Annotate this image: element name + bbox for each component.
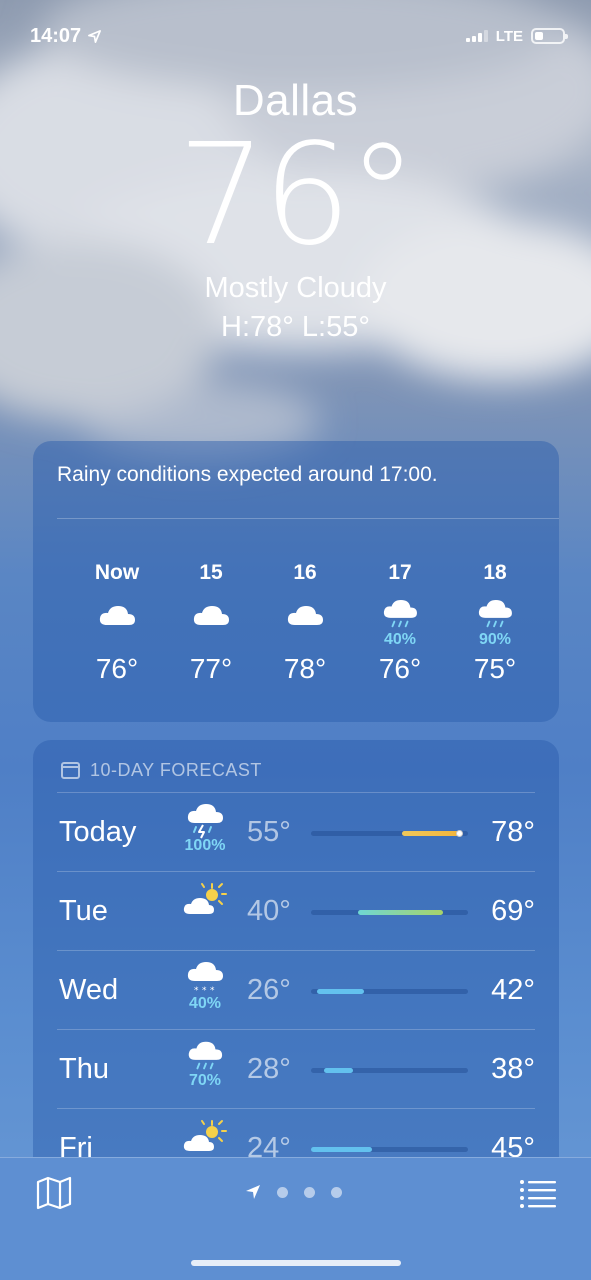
precipitation-chance: 90% bbox=[478, 631, 512, 648]
hour-temperature: Su bbox=[550, 653, 559, 685]
forecast-title: 10-DAY FORECAST bbox=[90, 760, 262, 780]
hour-label: 15 bbox=[199, 561, 223, 584]
cloud-icon bbox=[77, 599, 157, 649]
precipitation-chance: 40% bbox=[188, 995, 222, 1012]
high-low: H:78° L:55° bbox=[221, 311, 370, 343]
forecast-row[interactable]: Today 100% 55° 78° bbox=[57, 792, 535, 871]
hourly-item: Now 76° bbox=[77, 561, 157, 685]
temperature-range-fill bbox=[358, 910, 443, 915]
hourly-forecast-card[interactable]: Rainy conditions expected around 17:00. … bbox=[33, 441, 559, 722]
calendar-icon bbox=[61, 762, 80, 779]
precipitation-chance: 70% bbox=[188, 1072, 222, 1089]
location-arrow-icon bbox=[246, 1185, 260, 1199]
hour-temperature: 75° bbox=[473, 653, 517, 684]
cloud-icon bbox=[265, 599, 345, 649]
hour-temperature: 78° bbox=[283, 653, 327, 684]
forecast-high: 69° bbox=[491, 895, 535, 927]
temperature-range-bar bbox=[311, 910, 468, 915]
current-temperature: 76° bbox=[177, 114, 417, 277]
forecast-day: Today bbox=[59, 816, 137, 848]
forecast-row[interactable]: Thu 70% 28° 38° bbox=[57, 1029, 535, 1108]
hour-label: Now bbox=[94, 561, 140, 584]
hourly-list[interactable]: Now 76° 15 77° 16 78° 17 40% 76° 18 90% 75° 1 Su bbox=[33, 561, 559, 711]
status-bar: 14:07 LTE bbox=[30, 22, 568, 50]
hourly-summary: Rainy conditions expected around 17:00. bbox=[57, 463, 438, 486]
cloud-rain-icon: 70% bbox=[175, 1040, 235, 1100]
cloud-rain-icon: 40% bbox=[360, 599, 440, 649]
hourly-item: 1 Su bbox=[550, 561, 559, 685]
hour-temperature: 76° bbox=[378, 653, 422, 684]
page-indicator[interactable] bbox=[245, 1184, 342, 1200]
forecast-low: 26° bbox=[247, 974, 291, 1006]
weather-icon bbox=[550, 599, 559, 649]
home-indicator[interactable] bbox=[191, 1260, 401, 1266]
page-dot[interactable] bbox=[277, 1186, 288, 1198]
temperature-range-fill bbox=[317, 989, 365, 994]
page-dot[interactable] bbox=[304, 1186, 315, 1198]
hour-label: 17 bbox=[388, 561, 412, 584]
cloud-thunderstorm-icon: 100% bbox=[175, 803, 235, 863]
current-temp-marker bbox=[456, 830, 464, 837]
location-arrow-icon bbox=[88, 29, 102, 43]
temperature-range-fill bbox=[311, 1147, 373, 1152]
hour-temperature: 77° bbox=[189, 653, 233, 684]
hourly-item: 18 90% 75° bbox=[455, 561, 535, 685]
temperature-range-bar bbox=[311, 830, 468, 837]
forecast-high: 78° bbox=[491, 816, 535, 848]
temperature-range-fill bbox=[323, 1068, 354, 1073]
signal-icon bbox=[465, 30, 488, 42]
hour-temperature: 76° bbox=[95, 653, 139, 684]
cloud-snow-icon: * * * 40% bbox=[175, 961, 235, 1021]
partly-sunny-icon bbox=[175, 882, 235, 942]
list-icon[interactable] bbox=[519, 1178, 557, 1208]
forecast-day: Wed bbox=[59, 974, 119, 1006]
hourly-item: 17 40% 76° bbox=[360, 561, 440, 685]
weather-header: Dallas 76° Mostly Cloudy H:78° L:55° bbox=[0, 76, 591, 344]
current-condition: Mostly Cloudy bbox=[204, 272, 387, 304]
hour-label: 16 bbox=[293, 561, 317, 584]
forecast-low: 28° bbox=[247, 1053, 291, 1085]
forecast-high: 38° bbox=[491, 1053, 535, 1085]
forecast-row[interactable]: Wed * * * 40% 26° 42° bbox=[57, 950, 535, 1029]
forecast-day: Thu bbox=[59, 1053, 109, 1085]
hourly-item: 15 77° bbox=[171, 561, 251, 685]
ten-day-forecast-card[interactable]: 10-DAY FORECAST Today 100% 55° 78° Tue 40° 69°… bbox=[33, 740, 559, 1200]
hour-label: 1 bbox=[550, 561, 559, 587]
forecast-low: 55° bbox=[247, 816, 291, 848]
precipitation-chance: 40% bbox=[383, 631, 417, 648]
temperature-range-bar bbox=[311, 1068, 468, 1073]
forecast-high: 42° bbox=[491, 974, 535, 1006]
temperature-range-bar bbox=[311, 1147, 468, 1152]
temperature-range-fill bbox=[402, 831, 461, 836]
forecast-low: 40° bbox=[247, 895, 291, 927]
forecast-row[interactable]: Tue 40° 69° bbox=[57, 871, 535, 950]
divider bbox=[57, 518, 559, 519]
cloud-icon bbox=[171, 599, 251, 649]
cloud-rain-icon: 90% bbox=[455, 599, 535, 649]
hourly-item: 16 78° bbox=[265, 561, 345, 685]
forecast-header: 10-DAY FORECAST bbox=[61, 760, 262, 781]
map-icon[interactable] bbox=[36, 1176, 72, 1210]
forecast-day: Tue bbox=[59, 895, 108, 927]
page-dot[interactable] bbox=[331, 1186, 342, 1198]
battery-icon bbox=[531, 28, 568, 44]
status-time: 14:07 bbox=[30, 25, 102, 48]
network-label: LTE bbox=[495, 27, 523, 45]
precipitation-chance: 100% bbox=[184, 837, 226, 854]
hour-label: 18 bbox=[483, 561, 507, 584]
temperature-range-bar bbox=[311, 989, 468, 994]
status-indicators: LTE bbox=[465, 27, 568, 45]
